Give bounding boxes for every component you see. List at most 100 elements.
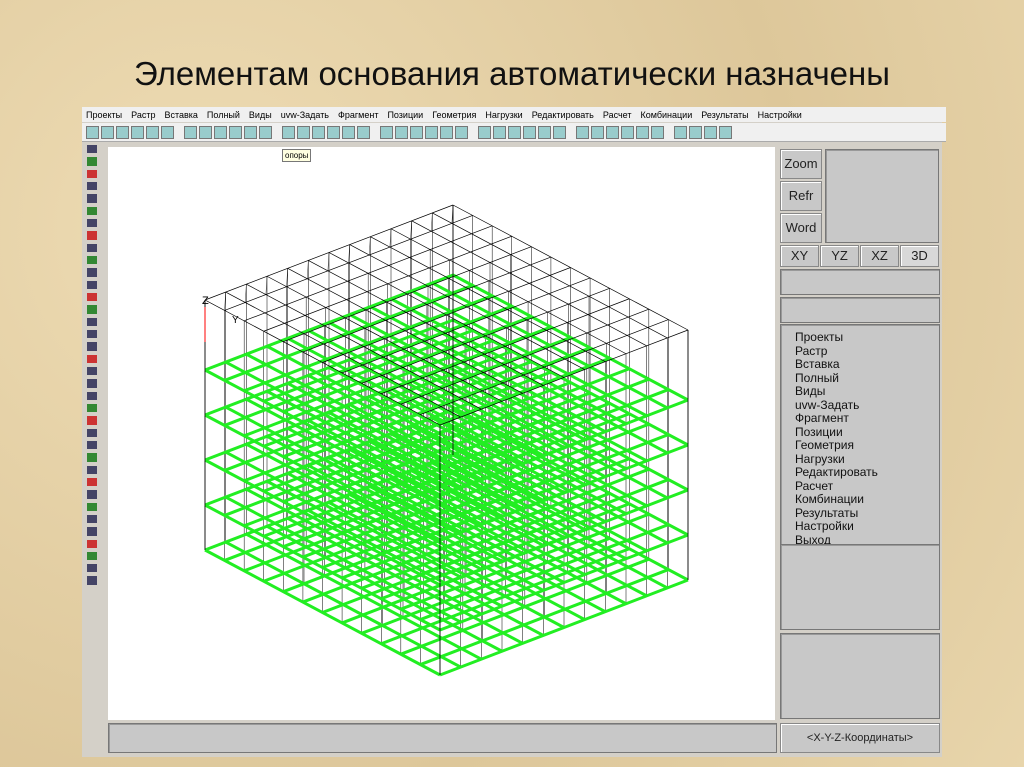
left-tool-icon[interactable]	[87, 391, 97, 400]
toolbar-tool-icon[interactable]	[161, 125, 174, 139]
left-tool-icon[interactable]	[87, 231, 97, 240]
view-tab-3d[interactable]: 3D	[900, 245, 939, 267]
left-tool-icon[interactable]	[87, 379, 97, 388]
toolbar-tool-icon[interactable]	[116, 125, 129, 139]
toolbar-tool-icon[interactable]	[199, 125, 212, 139]
menu-item[interactable]: Расчет	[603, 110, 632, 120]
toolbar-tool-icon[interactable]	[410, 125, 423, 139]
command-list-item[interactable]: Позиции	[795, 425, 939, 440]
menu-item[interactable]: Геометрия	[432, 110, 476, 120]
menu-item[interactable]: Редактировать	[532, 110, 594, 120]
toolbar-tool-icon[interactable]	[312, 125, 325, 139]
left-tool-icon[interactable]	[87, 305, 97, 314]
left-tool-icon[interactable]	[87, 539, 97, 548]
menu-item[interactable]: Полный	[207, 110, 240, 120]
left-tool-icon[interactable]	[87, 551, 97, 561]
toolbar-tool-icon[interactable]	[621, 125, 634, 139]
toolbar-tool-icon[interactable]	[229, 125, 242, 139]
toolbar-tool-icon[interactable]	[357, 125, 370, 139]
word-button[interactable]: Word	[780, 213, 822, 243]
view-tab-yz[interactable]: YZ	[820, 245, 859, 267]
toolbar-tool-icon[interactable]	[493, 125, 506, 139]
left-tool-icon[interactable]	[87, 255, 97, 265]
toolbar-tool-icon[interactable]	[101, 125, 114, 139]
left-tool-icon[interactable]	[87, 329, 97, 339]
command-list-item[interactable]: Комбинации	[795, 492, 939, 507]
menu-item[interactable]: uvw-Задать	[281, 110, 329, 120]
model-canvas[interactable]: Z Y	[108, 147, 775, 720]
view-tab-xy[interactable]: XY	[780, 245, 819, 267]
menu-item[interactable]: Настройки	[758, 110, 802, 120]
command-list-item[interactable]: Настройки	[795, 519, 939, 534]
command-list-item[interactable]: Результаты	[795, 506, 939, 521]
toolbar-tool-icon[interactable]	[342, 125, 355, 139]
command-list-item[interactable]: Полный	[795, 371, 939, 386]
toolbar-tool-icon[interactable]	[455, 125, 468, 139]
command-list-item[interactable]: Геометрия	[795, 438, 939, 453]
menu-item[interactable]: Виды	[249, 110, 272, 120]
toolbar-tool-icon[interactable]	[606, 125, 619, 139]
left-tool-icon[interactable]	[87, 206, 97, 215]
toolbar-tool-icon[interactable]	[259, 125, 272, 139]
toolbar-tool-icon[interactable]	[704, 125, 717, 139]
left-tool-icon[interactable]	[87, 453, 97, 462]
command-list-item[interactable]: Нагрузки	[795, 452, 939, 467]
left-tool-icon[interactable]	[87, 218, 97, 228]
toolbar-tool-icon[interactable]	[478, 125, 491, 139]
command-list-item[interactable]: Проекты	[795, 330, 939, 345]
toolbar-tool-icon[interactable]	[576, 125, 589, 139]
toolbar-tool-icon[interactable]	[282, 125, 295, 139]
menu-item[interactable]: Нагрузки	[485, 110, 522, 120]
toolbar-tool-icon[interactable]	[395, 125, 408, 139]
toolbar-tool-icon[interactable]	[719, 125, 732, 139]
left-tool-icon[interactable]	[87, 280, 97, 289]
zoom-button[interactable]: Zoom	[780, 149, 822, 179]
toolbar-tool-icon[interactable]	[440, 125, 453, 139]
command-list-item[interactable]: uvw-Задать	[795, 398, 939, 413]
left-tool-icon[interactable]	[87, 243, 97, 252]
command-list-item[interactable]: Редактировать	[795, 465, 939, 480]
left-tool-icon[interactable]	[87, 527, 97, 536]
toolbar-tool-icon[interactable]	[184, 125, 197, 139]
left-tool-icon[interactable]	[87, 440, 97, 450]
toolbar-tool-icon[interactable]	[86, 125, 99, 139]
toolbar-tool-icon[interactable]	[591, 125, 604, 139]
left-tool-icon[interactable]	[87, 268, 97, 277]
toolbar-tool-icon[interactable]	[244, 125, 257, 139]
left-tool-icon[interactable]	[87, 181, 97, 191]
left-tool-icon[interactable]	[87, 502, 97, 511]
command-list-item[interactable]: Виды	[795, 384, 939, 399]
refr-button[interactable]: Refr	[780, 181, 822, 211]
left-tool-icon[interactable]	[87, 564, 97, 573]
left-tool-icon[interactable]	[87, 403, 97, 413]
command-list-item[interactable]: Растр	[795, 344, 939, 359]
left-tool-icon[interactable]	[87, 477, 97, 487]
toolbar-tool-icon[interactable]	[538, 125, 551, 139]
left-tool-icon[interactable]	[87, 576, 97, 585]
left-tool-icon[interactable]	[87, 342, 97, 351]
left-tool-icon[interactable]	[87, 465, 97, 474]
menu-item[interactable]: Проекты	[86, 110, 122, 120]
toolbar-tool-icon[interactable]	[297, 125, 310, 139]
toolbar-tool-icon[interactable]	[636, 125, 649, 139]
command-list-item[interactable]: Расчет	[795, 479, 939, 494]
left-tool-icon[interactable]	[87, 145, 97, 154]
menu-item[interactable]: Растр	[131, 110, 155, 120]
toolbar-tool-icon[interactable]	[131, 125, 144, 139]
menu-item[interactable]: Позиции	[387, 110, 423, 120]
command-list-item[interactable]: Фрагмент	[795, 411, 939, 426]
left-tool-icon[interactable]	[87, 157, 97, 166]
toolbar-tool-icon[interactable]	[508, 125, 521, 139]
left-tool-icon[interactable]	[87, 366, 97, 376]
left-tool-icon[interactable]	[87, 194, 97, 203]
toolbar-tool-icon[interactable]	[380, 125, 393, 139]
toolbar-tool-icon[interactable]	[651, 125, 664, 139]
coordinates-button[interactable]: <X-Y-Z-Координаты>	[780, 723, 940, 753]
left-tool-icon[interactable]	[87, 428, 97, 437]
menu-item[interactable]: Результаты	[701, 110, 748, 120]
left-tool-icon[interactable]	[87, 317, 97, 326]
toolbar-tool-icon[interactable]	[425, 125, 438, 139]
toolbar-tool-icon[interactable]	[214, 125, 227, 139]
toolbar-tool-icon[interactable]	[674, 125, 687, 139]
toolbar-tool-icon[interactable]	[689, 125, 702, 139]
